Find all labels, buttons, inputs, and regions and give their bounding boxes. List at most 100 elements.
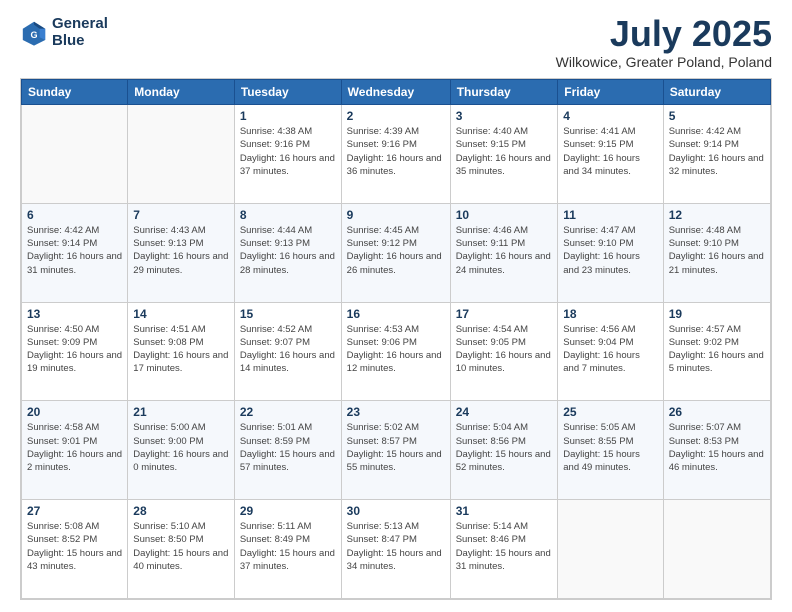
week-row-3: 13Sunrise: 4:50 AMSunset: 9:09 PMDayligh…	[22, 302, 771, 401]
day-info: Sunrise: 4:47 AMSunset: 9:10 PMDaylight:…	[563, 224, 657, 277]
day-info: Sunrise: 4:50 AMSunset: 9:09 PMDaylight:…	[27, 323, 122, 376]
day-cell: 8 Sunrise: 4:44 AMSunset: 9:13 PMDaylight…	[234, 203, 341, 302]
day-number: 24	[456, 405, 553, 419]
day-cell	[128, 105, 235, 204]
day-info: Sunrise: 5:13 AMSunset: 8:47 PMDaylight:…	[347, 520, 445, 573]
week-row-5: 27 Sunrise: 5:08 AMSunset: 8:52 PMDayligh…	[22, 500, 771, 599]
day-info: Sunrise: 5:08 AMSunset: 8:52 PMDaylight:…	[27, 520, 122, 573]
header-cell-saturday: Saturday	[663, 80, 770, 105]
header-cell-sunday: Sunday	[22, 80, 128, 105]
day-cell: 19 Sunrise: 4:57 AMSunset: 9:02 PMDayligh…	[663, 302, 770, 401]
day-cell: 17Sunrise: 4:54 AMSunset: 9:05 PMDayligh…	[450, 302, 558, 401]
day-number: 26	[669, 405, 765, 419]
day-cell: 11 Sunrise: 4:47 AMSunset: 9:10 PMDayligh…	[558, 203, 663, 302]
day-info: Sunrise: 4:53 AMSunset: 9:06 PMDaylight:…	[347, 323, 445, 376]
day-cell	[663, 500, 770, 599]
day-cell: 18 Sunrise: 4:56 AMSunset: 9:04 PMDayligh…	[558, 302, 663, 401]
day-info: Sunrise: 5:11 AMSunset: 8:49 PMDaylight:…	[240, 520, 336, 573]
day-number: 20	[27, 405, 122, 419]
day-cell: 14Sunrise: 4:51 AMSunset: 9:08 PMDayligh…	[128, 302, 235, 401]
day-cell: 21Sunrise: 5:00 AMSunset: 9:00 PMDayligh…	[128, 401, 235, 500]
day-number: 15	[240, 307, 336, 321]
day-cell: 20 Sunrise: 4:58 AMSunset: 9:01 PMDayligh…	[22, 401, 128, 500]
header-cell-tuesday: Tuesday	[234, 80, 341, 105]
day-info: Sunrise: 4:45 AMSunset: 9:12 PMDaylight:…	[347, 224, 445, 277]
header-cell-thursday: Thursday	[450, 80, 558, 105]
logo-icon: G	[20, 19, 48, 47]
header-cell-wednesday: Wednesday	[341, 80, 450, 105]
calendar-body: 1 Sunrise: 4:38 AMSunset: 9:16 PMDaylight…	[22, 105, 771, 599]
day-number: 23	[347, 405, 445, 419]
day-number: 30	[347, 504, 445, 518]
header-cell-monday: Monday	[128, 80, 235, 105]
day-info: Sunrise: 5:14 AMSunset: 8:46 PMDaylight:…	[456, 520, 553, 573]
day-number: 4	[563, 109, 657, 123]
day-info: Sunrise: 4:56 AMSunset: 9:04 PMDaylight:…	[563, 323, 657, 376]
day-cell: 10Sunrise: 4:46 AMSunset: 9:11 PMDayligh…	[450, 203, 558, 302]
day-cell: 31 Sunrise: 5:14 AMSunset: 8:46 PMDayligh…	[450, 500, 558, 599]
day-number: 22	[240, 405, 336, 419]
day-info: Sunrise: 4:58 AMSunset: 9:01 PMDaylight:…	[27, 421, 122, 474]
week-row-2: 6Sunrise: 4:42 AMSunset: 9:14 PMDaylight…	[22, 203, 771, 302]
calendar-table: SundayMondayTuesdayWednesdayThursdayFrid…	[21, 79, 771, 599]
day-number: 2	[347, 109, 445, 123]
day-number: 8	[240, 208, 336, 222]
day-info: Sunrise: 4:48 AMSunset: 9:10 PMDaylight:…	[669, 224, 765, 277]
calendar-header: SundayMondayTuesdayWednesdayThursdayFrid…	[22, 80, 771, 105]
day-info: Sunrise: 5:02 AMSunset: 8:57 PMDaylight:…	[347, 421, 445, 474]
day-cell: 15 Sunrise: 4:52 AMSunset: 9:07 PMDayligh…	[234, 302, 341, 401]
logo: G General Blue	[20, 16, 108, 49]
day-cell: 6Sunrise: 4:42 AMSunset: 9:14 PMDaylight…	[22, 203, 128, 302]
day-cell: 1 Sunrise: 4:38 AMSunset: 9:16 PMDaylight…	[234, 105, 341, 204]
day-info: Sunrise: 4:42 AMSunset: 9:14 PMDaylight:…	[27, 224, 122, 277]
day-info: Sunrise: 5:10 AMSunset: 8:50 PMDaylight:…	[133, 520, 229, 573]
location: Wilkowice, Greater Poland, Poland	[556, 54, 772, 70]
day-cell: 29Sunrise: 5:11 AMSunset: 8:49 PMDayligh…	[234, 500, 341, 599]
page: G General Blue July 2025 Wilkowice, Grea…	[0, 0, 792, 612]
day-number: 7	[133, 208, 229, 222]
day-number: 27	[27, 504, 122, 518]
day-cell: 4 Sunrise: 4:41 AMSunset: 9:15 PMDaylight…	[558, 105, 663, 204]
day-cell: 23 Sunrise: 5:02 AMSunset: 8:57 PMDayligh…	[341, 401, 450, 500]
day-cell: 22 Sunrise: 5:01 AMSunset: 8:59 PMDayligh…	[234, 401, 341, 500]
day-info: Sunrise: 4:39 AMSunset: 9:16 PMDaylight:…	[347, 125, 445, 178]
day-cell: 5 Sunrise: 4:42 AMSunset: 9:14 PMDaylight…	[663, 105, 770, 204]
day-number: 14	[133, 307, 229, 321]
day-info: Sunrise: 4:44 AMSunset: 9:13 PMDaylight:…	[240, 224, 336, 277]
day-info: Sunrise: 5:01 AMSunset: 8:59 PMDaylight:…	[240, 421, 336, 474]
day-info: Sunrise: 4:41 AMSunset: 9:15 PMDaylight:…	[563, 125, 657, 178]
day-cell: 9Sunrise: 4:45 AMSunset: 9:12 PMDaylight…	[341, 203, 450, 302]
header: G General Blue July 2025 Wilkowice, Grea…	[20, 16, 772, 70]
day-info: Sunrise: 5:05 AMSunset: 8:55 PMDaylight:…	[563, 421, 657, 474]
day-number: 11	[563, 208, 657, 222]
day-number: 3	[456, 109, 553, 123]
day-info: Sunrise: 5:07 AMSunset: 8:53 PMDaylight:…	[669, 421, 765, 474]
week-row-1: 1 Sunrise: 4:38 AMSunset: 9:16 PMDaylight…	[22, 105, 771, 204]
day-cell: 16 Sunrise: 4:53 AMSunset: 9:06 PMDayligh…	[341, 302, 450, 401]
calendar: SundayMondayTuesdayWednesdayThursdayFrid…	[20, 78, 772, 600]
logo-text: General Blue	[52, 16, 108, 49]
day-number: 19	[669, 307, 765, 321]
day-cell: 28Sunrise: 5:10 AMSunset: 8:50 PMDayligh…	[128, 500, 235, 599]
day-info: Sunrise: 4:42 AMSunset: 9:14 PMDaylight:…	[669, 125, 765, 178]
day-info: Sunrise: 4:52 AMSunset: 9:07 PMDaylight:…	[240, 323, 336, 376]
day-cell: 2 Sunrise: 4:39 AMSunset: 9:16 PMDaylight…	[341, 105, 450, 204]
day-info: Sunrise: 4:38 AMSunset: 9:16 PMDaylight:…	[240, 125, 336, 178]
day-info: Sunrise: 4:46 AMSunset: 9:11 PMDaylight:…	[456, 224, 553, 277]
day-cell: 25 Sunrise: 5:05 AMSunset: 8:55 PMDayligh…	[558, 401, 663, 500]
day-number: 31	[456, 504, 553, 518]
day-number: 12	[669, 208, 765, 222]
day-info: Sunrise: 5:04 AMSunset: 8:56 PMDaylight:…	[456, 421, 553, 474]
day-cell: 7Sunrise: 4:43 AMSunset: 9:13 PMDaylight…	[128, 203, 235, 302]
day-number: 5	[669, 109, 765, 123]
header-cell-friday: Friday	[558, 80, 663, 105]
day-number: 18	[563, 307, 657, 321]
title-block: July 2025 Wilkowice, Greater Poland, Pol…	[556, 16, 772, 70]
day-info: Sunrise: 4:57 AMSunset: 9:02 PMDaylight:…	[669, 323, 765, 376]
day-number: 25	[563, 405, 657, 419]
day-number: 16	[347, 307, 445, 321]
day-number: 1	[240, 109, 336, 123]
day-cell: 27 Sunrise: 5:08 AMSunset: 8:52 PMDayligh…	[22, 500, 128, 599]
day-cell	[558, 500, 663, 599]
day-cell: 26 Sunrise: 5:07 AMSunset: 8:53 PMDayligh…	[663, 401, 770, 500]
